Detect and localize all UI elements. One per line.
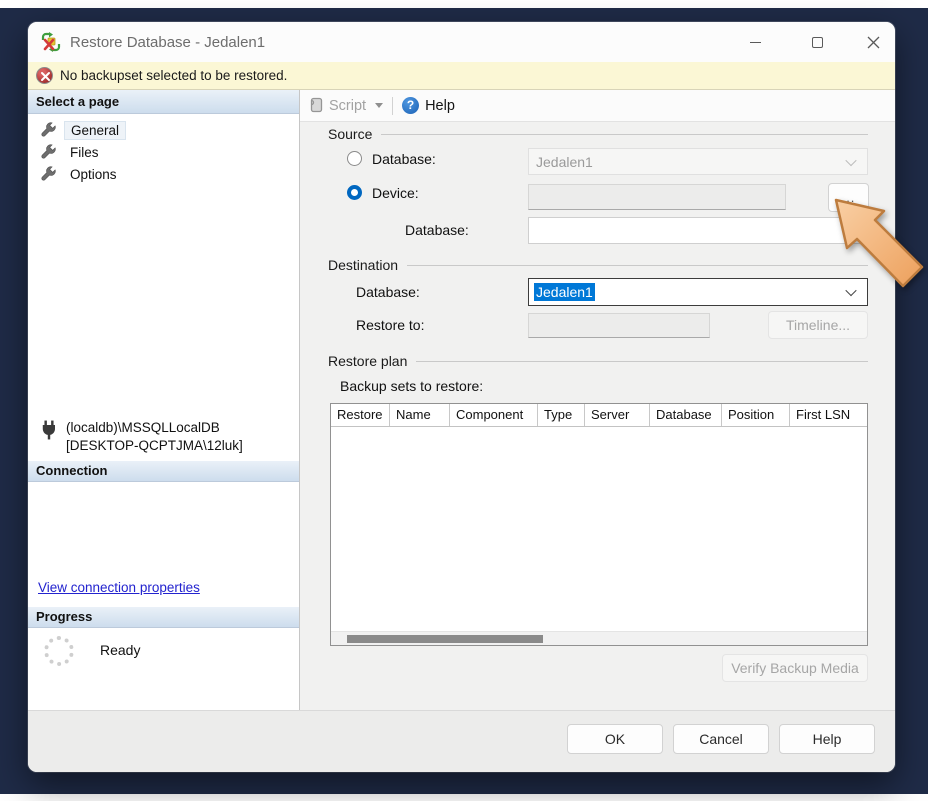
connection-server: (localdb)\MSSQLLocalDB bbox=[66, 419, 291, 437]
column-header[interactable]: Name bbox=[390, 404, 450, 426]
column-header[interactable]: First LSN bbox=[790, 404, 867, 426]
sidebar-item-label: General bbox=[64, 121, 126, 140]
wrench-icon bbox=[40, 144, 56, 160]
toolbar: Script ? Help bbox=[300, 90, 895, 122]
minimize-icon bbox=[750, 42, 761, 43]
view-connection-properties-link[interactable]: View connection properties bbox=[38, 580, 200, 595]
maximize-button[interactable] bbox=[794, 22, 840, 62]
restore-to-label: Restore to: bbox=[356, 317, 424, 333]
script-icon bbox=[308, 97, 323, 114]
restore-to-input bbox=[528, 313, 710, 338]
restore-database-dialog: Restore Database - Jedalen1 No backupset… bbox=[28, 22, 895, 772]
source-device-radio[interactable] bbox=[347, 185, 362, 200]
destination-database-combobox[interactable]: Jedalen1 bbox=[528, 278, 868, 306]
restore-plan-group: Restore plan bbox=[328, 353, 868, 369]
sidebar-item-label: Options bbox=[64, 166, 123, 183]
chevron-down-icon bbox=[375, 103, 383, 108]
progress-header: Progress bbox=[28, 607, 299, 628]
timeline-button: Timeline... bbox=[768, 311, 868, 339]
ok-button[interactable]: OK bbox=[567, 724, 663, 754]
help-icon: ? bbox=[402, 97, 419, 114]
script-label: Script bbox=[329, 98, 366, 114]
wrench-icon bbox=[40, 166, 56, 182]
source-database-value: Jedalen1 bbox=[536, 154, 593, 170]
maximize-icon bbox=[812, 37, 823, 48]
alert-message: No backupset selected to be restored. bbox=[60, 68, 287, 83]
connection-header: Connection bbox=[28, 461, 299, 482]
destination-group-label: Destination bbox=[328, 257, 398, 273]
group-divider bbox=[381, 134, 868, 135]
error-icon bbox=[36, 67, 53, 84]
sidebar-item-label: Files bbox=[64, 144, 105, 161]
page-content: Script ? Help Source Database: Jedalen1 … bbox=[300, 90, 895, 710]
backup-table-header-row: RestoreNameComponentTypeServerDatabasePo… bbox=[331, 404, 867, 427]
progress-spinner-icon bbox=[44, 636, 74, 666]
source-group: Source bbox=[328, 126, 868, 142]
connection-user: [DESKTOP-QCPTJMA\12luk] bbox=[66, 437, 291, 455]
source-device-database-label: Database: bbox=[405, 222, 469, 238]
close-icon bbox=[867, 36, 880, 49]
connection-info: (localdb)\MSSQLLocalDB [DESKTOP-QCPTJMA\… bbox=[66, 419, 291, 455]
column-header[interactable]: Restore bbox=[331, 404, 390, 426]
backup-table-body bbox=[331, 427, 867, 631]
source-database-combobox: Jedalen1 bbox=[528, 148, 868, 175]
alert-bar: No backupset selected to be restored. bbox=[28, 62, 895, 90]
window-title: Restore Database - Jedalen1 bbox=[70, 34, 265, 51]
destination-database-label: Database: bbox=[356, 284, 420, 300]
group-divider bbox=[416, 361, 868, 362]
source-device-database-combobox[interactable] bbox=[528, 217, 868, 244]
sidebar-item-general[interactable]: General bbox=[28, 119, 299, 141]
backup-sets-table: RestoreNameComponentTypeServerDatabasePo… bbox=[330, 403, 868, 646]
column-header[interactable]: Component bbox=[450, 404, 538, 426]
restore-plan-group-label: Restore plan bbox=[328, 353, 407, 369]
source-group-label: Source bbox=[328, 126, 372, 142]
help-toolbar-button[interactable]: Help bbox=[425, 98, 455, 114]
sidebar-item-options[interactable]: Options bbox=[28, 163, 299, 185]
column-header[interactable]: Type bbox=[538, 404, 585, 426]
horizontal-scrollbar[interactable] bbox=[331, 631, 867, 645]
column-header[interactable]: Database bbox=[650, 404, 722, 426]
chevron-down-icon bbox=[845, 154, 856, 165]
source-database-radio[interactable] bbox=[347, 151, 362, 166]
backup-sets-label: Backup sets to restore: bbox=[340, 378, 483, 394]
destination-database-value: Jedalen1 bbox=[534, 283, 595, 301]
column-header[interactable]: Position bbox=[722, 404, 790, 426]
help-button[interactable]: Help bbox=[779, 724, 875, 754]
group-divider bbox=[407, 265, 868, 266]
navigation-pane: Select a page General Files Options Conn… bbox=[28, 90, 300, 710]
dialog-footer: OK Cancel Help bbox=[28, 710, 895, 772]
verify-backup-media-button: Verify Backup Media bbox=[722, 654, 868, 682]
minimize-button[interactable] bbox=[732, 22, 778, 62]
wrench-icon bbox=[40, 122, 56, 138]
scrollbar-thumb[interactable] bbox=[347, 635, 543, 643]
restore-database-icon bbox=[41, 32, 61, 52]
pointer-arrow-cursor bbox=[820, 192, 928, 292]
sidebar-item-files[interactable]: Files bbox=[28, 141, 299, 163]
device-path-input bbox=[528, 184, 786, 210]
column-header[interactable]: Server bbox=[585, 404, 650, 426]
toolbar-separator bbox=[392, 97, 393, 115]
title-bar[interactable]: Restore Database - Jedalen1 bbox=[28, 22, 895, 62]
cancel-button[interactable]: Cancel bbox=[673, 724, 769, 754]
source-database-radio-label: Database: bbox=[372, 151, 436, 167]
source-device-radio-label: Device: bbox=[372, 185, 419, 201]
close-button[interactable] bbox=[850, 22, 895, 62]
destination-group: Destination bbox=[328, 257, 868, 273]
connection-icon bbox=[40, 420, 60, 440]
progress-status: Ready bbox=[100, 642, 140, 658]
script-button: Script bbox=[308, 97, 383, 114]
select-a-page-header: Select a page bbox=[28, 90, 299, 114]
